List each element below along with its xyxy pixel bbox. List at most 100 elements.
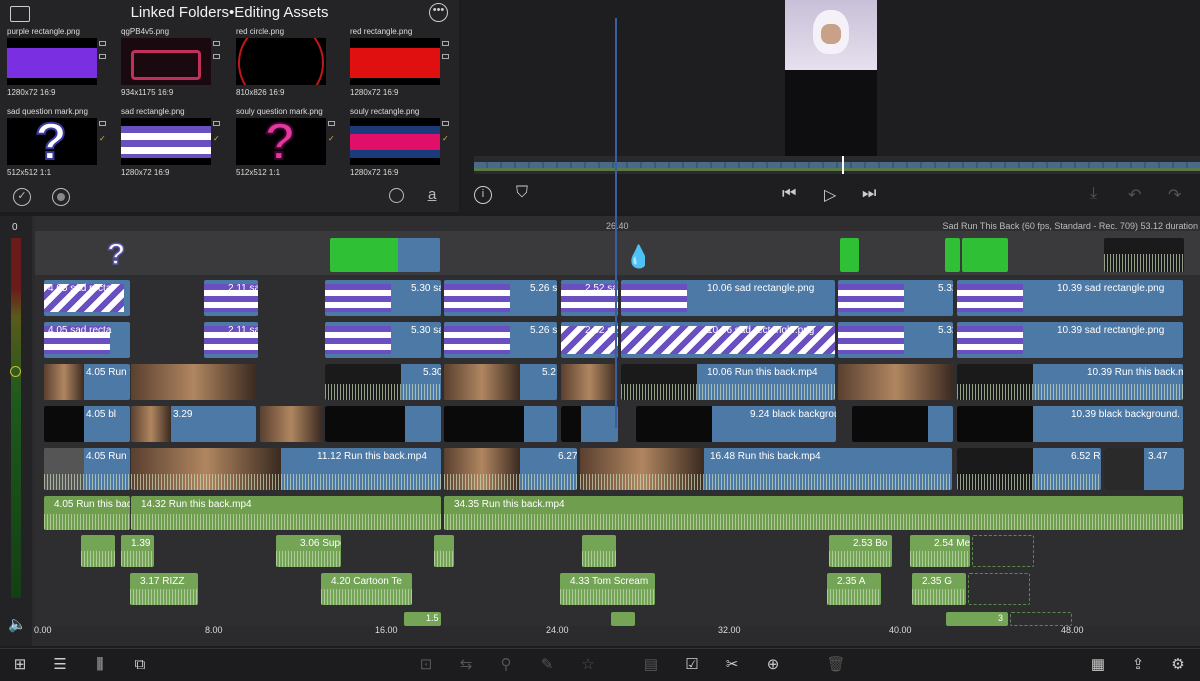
sound-effect-clip[interactable] <box>434 535 454 567</box>
asset-tile[interactable]: souly rectangle.png ✓ 1280x72 16:9 <box>343 107 451 183</box>
timeline-clip[interactable]: 9.24 black backgrou <box>636 406 836 442</box>
info-icon[interactable]: i <box>474 186 492 204</box>
sound-effect-clip[interactable]: 3.17 RIZZ <box>130 573 198 605</box>
skip-back-icon[interactable]: ⏮ <box>782 185 796 203</box>
audio-clip[interactable]: 14.32 Run this back.mp4 <box>131 496 441 530</box>
add-track-icon[interactable]: ⊞ <box>10 656 30 674</box>
audio-bars-icon[interactable]: ⫼ <box>90 656 110 674</box>
timeline-clip[interactable] <box>444 406 557 442</box>
timeline-clip[interactable]: 10.39 sad rectangle.png <box>957 322 1183 358</box>
timeline-clip[interactable]: 4.05 Run <box>44 448 130 490</box>
search-icon[interactable] <box>389 188 404 203</box>
sound-effect-clip[interactable]: 1.5 <box>404 612 441 626</box>
green-screen-clip[interactable] <box>945 238 960 272</box>
timeline-clip[interactable]: 5.26 sa <box>444 322 557 358</box>
timeline-clip[interactable]: 4.05 sad recta <box>44 280 130 316</box>
layout-icon[interactable]: ▦ <box>1088 656 1108 674</box>
question-mark-clip[interactable]: ? <box>107 238 127 272</box>
sound-effect-clip[interactable]: 2.35 A <box>827 573 881 605</box>
list-icon[interactable]: ☰ <box>50 656 70 674</box>
link-icon[interactable]: ⚲ <box>496 656 516 674</box>
audio-clip[interactable]: 34.35 Run this back.mp4 <box>444 496 1183 530</box>
download-icon[interactable]: ⤓ <box>1090 185 1097 203</box>
settings-gear-icon[interactable]: ⚙ <box>1168 656 1188 674</box>
clip-inspector-icon[interactable]: ⧉ <box>130 656 150 674</box>
timeline-clip[interactable] <box>561 406 618 442</box>
timeline-clip[interactable]: 16.48 Run this back.mp4 <box>580 448 952 490</box>
sort-icon[interactable]: a̲ <box>428 186 436 203</box>
timeline-clip[interactable]: 3.47 <box>1104 448 1184 490</box>
timeline-clip[interactable]: 5.30 <box>325 364 441 400</box>
timeline-clip[interactable]: 10.06 Run this back.mp4 <box>621 364 835 400</box>
timeline-clip[interactable]: 4.05 sad recta <box>44 322 130 358</box>
more-options-icon[interactable]: ••• <box>429 3 448 22</box>
timeline-clip[interactable]: 2.11 sa <box>204 322 258 358</box>
timeline-clip[interactable]: 11.12 Run this back.mp4 <box>131 448 441 490</box>
asset-tile[interactable]: purple rectangle.png 1280x72 16:9 <box>0 27 108 103</box>
time-ruler[interactable]: 0.00 8.00 16.00 24.00 32.00 40.00 48.00 <box>0 625 1200 643</box>
timeline-clip[interactable]: 10.06 sad rectangle.png <box>621 280 835 316</box>
add-icon[interactable]: ⊕ <box>763 656 783 674</box>
sound-effect-clip[interactable]: 3.06 Supe <box>276 535 341 567</box>
asset-tile[interactable]: qgPB4v5.png 934x1175 16:9 <box>114 27 222 103</box>
timeline-clip[interactable] <box>561 364 618 400</box>
skip-forward-icon[interactable]: ⏭ <box>862 185 876 203</box>
timeline-clip[interactable]: 4.05 bl <box>44 406 130 442</box>
timeline-clip[interactable]: 10.39 sad rectangle.png <box>957 280 1183 316</box>
record-icon[interactable] <box>52 188 70 206</box>
gap-placeholder[interactable] <box>968 573 1030 605</box>
timeline-clip[interactable]: 6.27 <box>444 448 577 490</box>
timeline-clip[interactable] <box>260 406 322 442</box>
timeline-clip[interactable]: 5.32 <box>838 280 953 316</box>
timeline-clip[interactable]: 3.29 <box>131 406 256 442</box>
favorite-icon[interactable]: ☆ <box>578 656 598 674</box>
gap-placeholder[interactable] <box>972 535 1034 567</box>
checklist-icon[interactable]: ☑ <box>682 656 702 674</box>
gap-placeholder[interactable] <box>1010 612 1072 626</box>
sound-effect-clip[interactable]: 2.53 Bo <box>829 535 892 567</box>
asset-tile[interactable]: red circle.png 810x826 16:9 <box>229 27 337 103</box>
timeline-clip[interactable]: 6.52 Ru <box>957 448 1101 490</box>
preview-canvas[interactable] <box>785 0 877 156</box>
green-screen-clip[interactable] <box>330 238 440 272</box>
timeline-clip[interactable]: 5.26 sa <box>444 280 557 316</box>
timeline-clip[interactable]: 5.32 <box>838 322 953 358</box>
sound-effect-clip[interactable] <box>582 535 616 567</box>
mini-timeline[interactable] <box>474 156 1200 174</box>
sound-effect-clip[interactable]: 2.35 G <box>912 573 966 605</box>
volume-knob[interactable] <box>10 366 21 377</box>
timeline-clip[interactable]: 4.05 Run th <box>44 364 130 400</box>
asset-tile[interactable]: red rectangle.png 1280x72 16:9 <box>343 27 451 103</box>
asset-tile[interactable]: sad question mark.png ? ✓ 512x512 1:1 <box>0 107 108 183</box>
sound-effect-clip[interactable]: 4.20 Cartoon Te <box>321 573 412 605</box>
asset-tile[interactable]: sad rectangle.png ✓ 1280x72 16:9 <box>114 107 222 183</box>
playhead[interactable] <box>615 18 617 428</box>
select-check-icon[interactable]: ✓ <box>13 188 31 206</box>
trash-icon[interactable]: 🗑 <box>826 656 846 674</box>
shield-add-icon[interactable]: ⛉ <box>516 184 528 202</box>
audio-clip[interactable]: 4.05 Run this back <box>44 496 130 530</box>
clipboard-icon[interactable]: ▤ <box>641 656 661 674</box>
scissors-icon[interactable]: ✂ <box>722 656 742 674</box>
sound-effect-clip[interactable] <box>81 535 115 567</box>
asset-tile[interactable]: souly question mark.png ? ✓ 512x512 1:1 <box>229 107 337 183</box>
sound-effect-clip[interactable] <box>611 612 635 626</box>
share-icon[interactable]: ⇪ <box>1128 656 1148 674</box>
split-track-icon[interactable]: ⇆ <box>456 656 476 674</box>
timeline-clip[interactable] <box>838 364 953 400</box>
sound-effect-clip[interactable]: 1.39 <box>121 535 154 567</box>
green-screen-clip[interactable] <box>962 238 1008 272</box>
undo-icon[interactable]: ↶ <box>1128 185 1141 205</box>
timeline-clip[interactable]: 2.52 sa <box>561 280 618 316</box>
timeline-clip[interactable]: 10.39 Run this back.mp4 <box>957 364 1183 400</box>
overlay-clip[interactable] <box>1104 238 1184 272</box>
sound-effect-clip[interactable]: 4.33 Tom Scream <box>560 573 655 605</box>
timeline-clip[interactable]: 5.30 sa <box>325 280 441 316</box>
sound-effect-clip[interactable]: 3 <box>946 612 1008 626</box>
timeline-clip[interactable] <box>325 406 441 442</box>
timeline-clip[interactable] <box>852 406 953 442</box>
insert-icon[interactable]: ⊡ <box>416 656 436 674</box>
timeline-clip[interactable]: 5.30 sa <box>325 322 441 358</box>
timeline-clip[interactable]: 2.52 sa <box>561 322 618 358</box>
green-screen-clip[interactable] <box>840 238 859 272</box>
